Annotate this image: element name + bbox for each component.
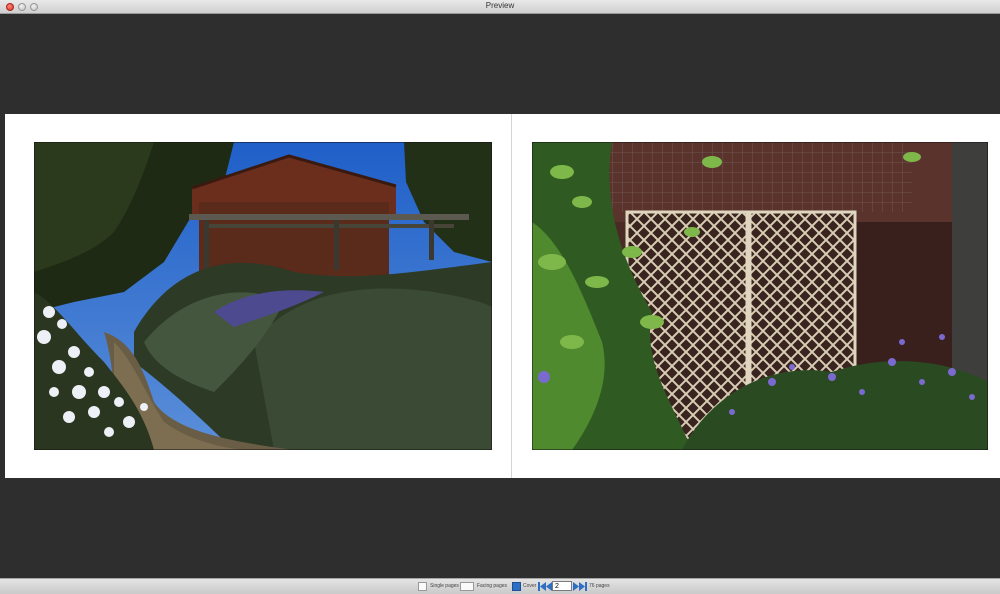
page-count-label: 76 pages [589, 583, 610, 589]
page-number-field[interactable] [552, 581, 572, 591]
page-spread [5, 114, 1000, 478]
preview-canvas [0, 14, 1000, 578]
spread-gutter [511, 114, 512, 478]
last-page-icon[interactable] [579, 582, 587, 591]
cover-icon[interactable] [512, 582, 521, 591]
single-pages-label: Single pages [430, 583, 459, 589]
right-page-photo [532, 142, 988, 450]
bottom-toolbar: Single pages Facing pages Cover 76 pages [0, 578, 1000, 594]
first-page-icon[interactable] [538, 582, 546, 591]
garden-shed-image [34, 142, 492, 450]
facing-pages-label: Facing pages [477, 583, 508, 589]
single-pages-checkbox[interactable] [418, 582, 427, 591]
facing-pages-checkbox[interactable] [460, 582, 474, 591]
trellis-wall-image [532, 142, 988, 450]
left-page-photo [34, 142, 492, 450]
window-title: Preview [485, 1, 515, 10]
title-bar: Preview [0, 0, 1000, 14]
cover-label: Cover [523, 583, 537, 589]
